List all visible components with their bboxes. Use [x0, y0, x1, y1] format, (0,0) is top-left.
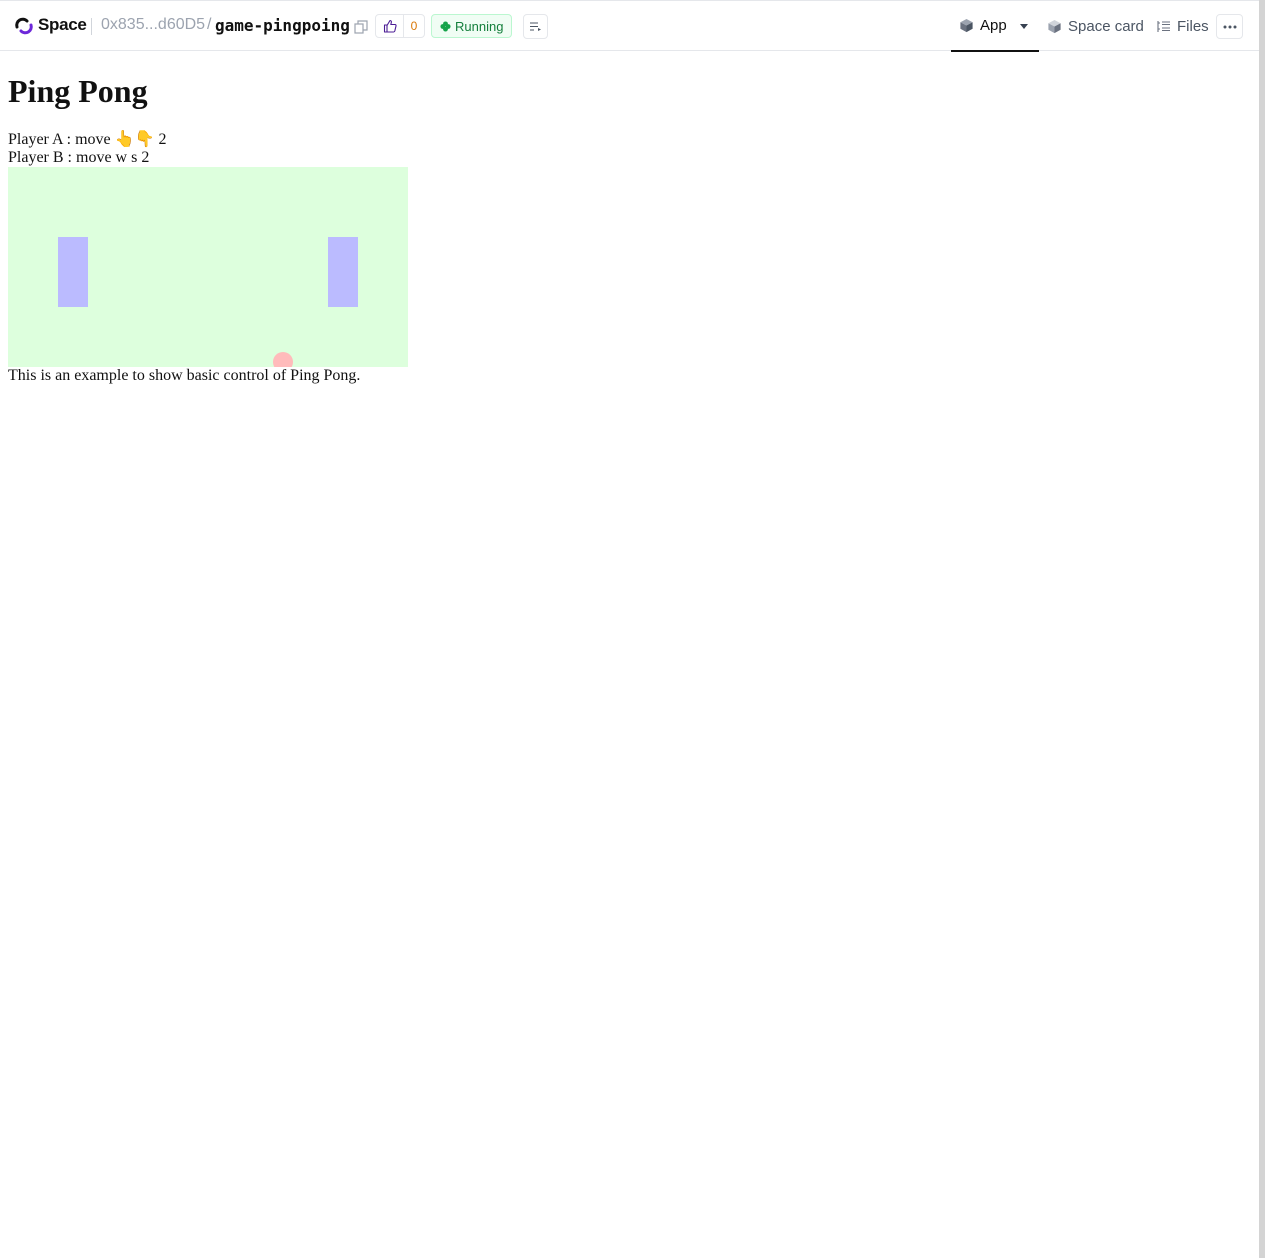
page-title: Ping Pong [8, 73, 148, 109]
path-separator: / [207, 16, 212, 33]
player-b-controls: Player B : move w s 2 [8, 149, 150, 166]
game-canvas[interactable] [8, 167, 408, 367]
logs-icon [530, 22, 541, 31]
copy-icon[interactable] [354, 20, 368, 34]
ball [273, 352, 293, 367]
top-bar: Space 0x835...d60D5 / game-pingpoing 0 R… [0, 0, 1259, 52]
thumbs-up-icon [383, 19, 397, 33]
left-paddle [58, 237, 88, 307]
divider [91, 18, 92, 35]
status-label: Running [455, 18, 504, 34]
tab-space-card[interactable]: Space card [1047, 1, 1144, 52]
file-tree-icon [1157, 21, 1170, 32]
tab-files[interactable]: Files [1157, 1, 1209, 52]
like-button[interactable] [376, 15, 404, 37]
tab-app-label: App [980, 17, 1007, 34]
caret-down-icon [1019, 23, 1028, 29]
tab-app[interactable]: App [951, 1, 1039, 52]
tab-space-card-label: Space card [1068, 18, 1144, 35]
tab-files-label: Files [1177, 18, 1209, 35]
space-logo-icon[interactable] [14, 16, 34, 36]
brand-name[interactable]: Space [38, 15, 87, 35]
ellipsis-icon [1223, 25, 1236, 28]
space-name[interactable]: game-pingpoing [215, 16, 350, 35]
description: This is an example to show basic control… [8, 367, 361, 384]
like-count: 0 [410, 19, 418, 33]
more-options-button[interactable] [1216, 14, 1243, 39]
cube-icon [1048, 19, 1061, 34]
clover-icon [440, 20, 451, 32]
status-badge: Running [431, 14, 513, 38]
logs-button[interactable] [523, 14, 548, 39]
app-content: Ping Pong Player A : move 👆👇 2 Player B … [8, 52, 408, 385]
owner-address-link[interactable]: 0x835...d60D5 [101, 16, 205, 34]
player-a-controls: Player A : move 👆👇 2 [8, 131, 167, 148]
like-widget: 0 [375, 14, 425, 38]
right-paddle [328, 237, 358, 307]
scrollbar[interactable] [1259, 0, 1265, 1258]
cube-icon [960, 18, 973, 33]
